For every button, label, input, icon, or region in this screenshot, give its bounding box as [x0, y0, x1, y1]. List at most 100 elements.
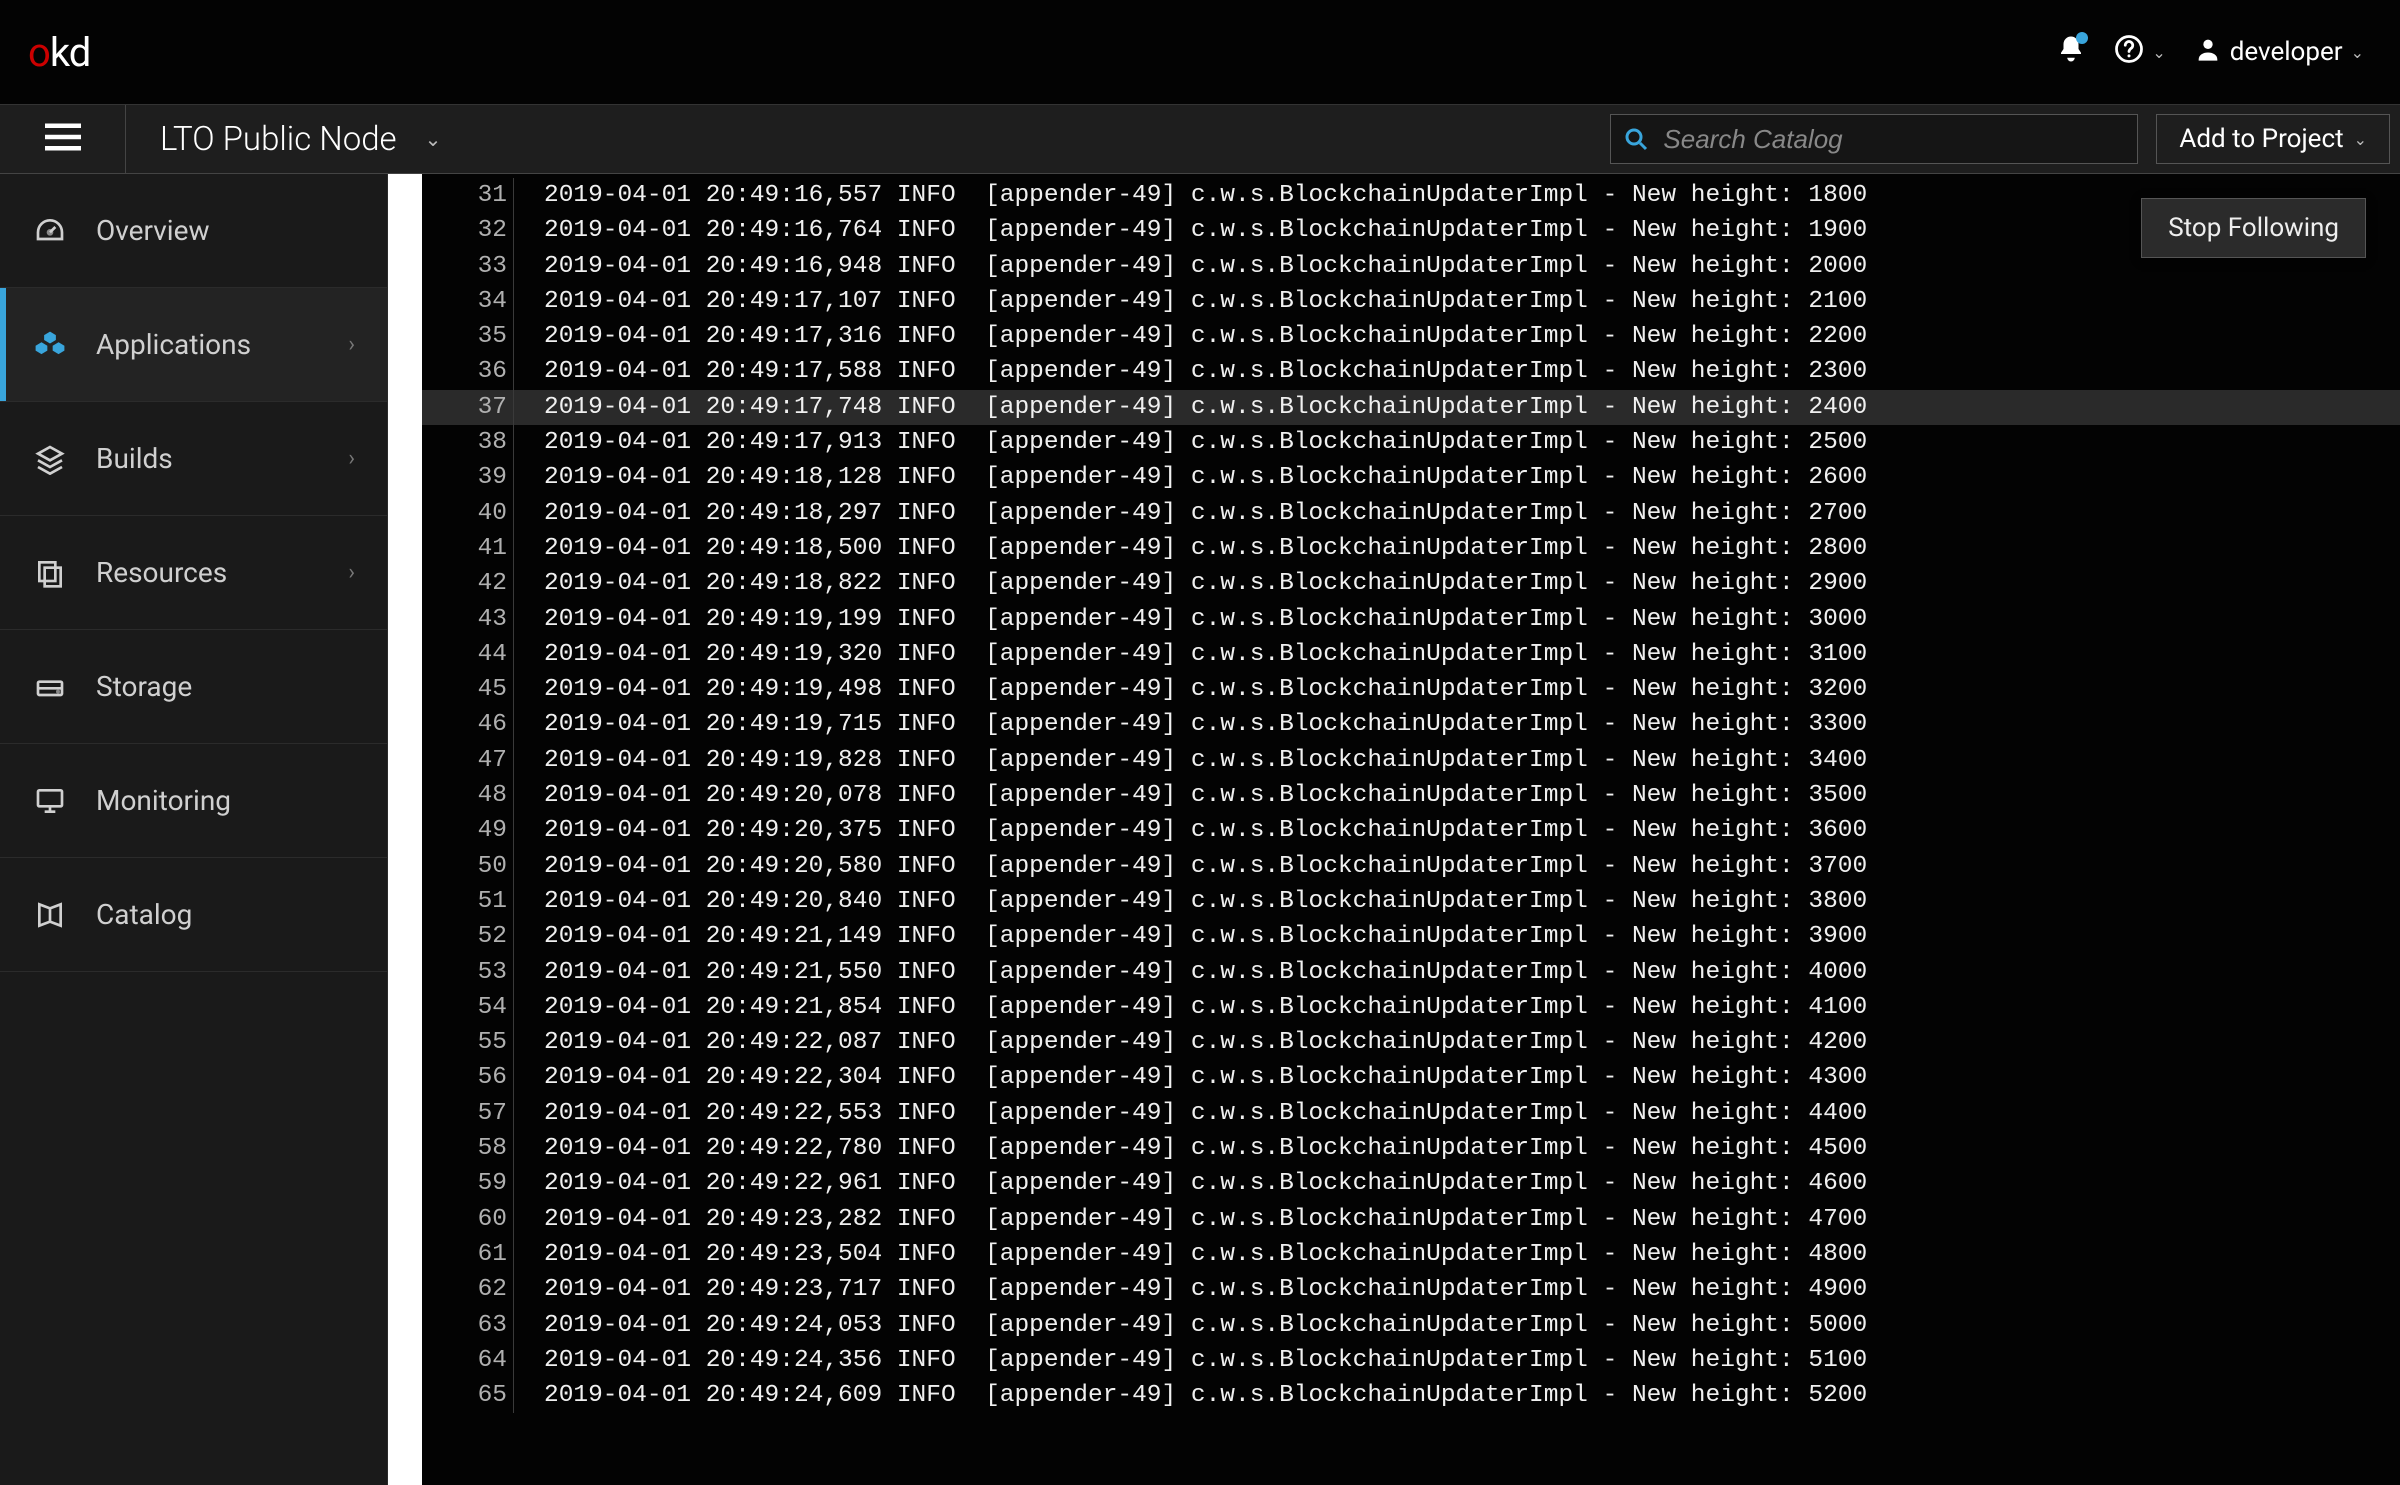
line-number: 31	[422, 178, 514, 213]
log-line[interactable]: 492019-04-01 20:49:20,375 INFO [appender…	[422, 813, 2400, 848]
notification-dot-icon	[2076, 32, 2088, 44]
log-line[interactable]: 532019-04-01 20:49:21,550 INFO [appender…	[422, 955, 2400, 990]
line-number: 53	[422, 955, 514, 990]
sidebar-item-catalog[interactable]: Catalog	[0, 858, 387, 972]
log-line[interactable]: 512019-04-01 20:49:20,840 INFO [appender…	[422, 884, 2400, 919]
user-icon	[2194, 35, 2222, 70]
search-input[interactable]	[1610, 114, 2138, 164]
line-text: 2019-04-01 20:49:16,764 INFO [appender-4…	[514, 213, 1867, 248]
chevron-down-icon: ⌄	[2152, 43, 2165, 62]
line-number: 42	[422, 566, 514, 601]
log-line[interactable]: 622019-04-01 20:49:23,717 INFO [appender…	[422, 1272, 2400, 1307]
user-menu[interactable]: developer ⌄	[2194, 35, 2364, 70]
log-line[interactable]: 572019-04-01 20:49:22,553 INFO [appender…	[422, 1096, 2400, 1131]
line-number: 35	[422, 319, 514, 354]
log-line[interactable]: 582019-04-01 20:49:22,780 INFO [appender…	[422, 1131, 2400, 1166]
log-line[interactable]: 432019-04-01 20:49:19,199 INFO [appender…	[422, 602, 2400, 637]
line-text: 2019-04-01 20:49:22,304 INFO [appender-4…	[514, 1060, 1867, 1095]
log-line[interactable]: 312019-04-01 20:49:16,557 INFO [appender…	[422, 178, 2400, 213]
stop-following-label: Stop Following	[2168, 213, 2339, 243]
log-line[interactable]: 542019-04-01 20:49:21,854 INFO [appender…	[422, 990, 2400, 1025]
log-line[interactable]: 442019-04-01 20:49:19,320 INFO [appender…	[422, 637, 2400, 672]
logo[interactable]: okd	[28, 29, 90, 76]
line-number: 43	[422, 602, 514, 637]
log-line[interactable]: 472019-04-01 20:49:19,828 INFO [appender…	[422, 743, 2400, 778]
stop-following-button[interactable]: Stop Following	[2141, 198, 2366, 258]
sidebar-item-monitoring[interactable]: Monitoring	[0, 744, 387, 858]
log-line[interactable]: 602019-04-01 20:49:23,282 INFO [appender…	[422, 1202, 2400, 1237]
sidebar-item-builds[interactable]: Builds›	[0, 402, 387, 516]
line-text: 2019-04-01 20:49:19,498 INFO [appender-4…	[514, 672, 1867, 707]
line-text: 2019-04-01 20:49:22,961 INFO [appender-4…	[514, 1166, 1867, 1201]
line-number: 63	[422, 1308, 514, 1343]
sidebar-item-overview[interactable]: Overview	[0, 174, 387, 288]
log-line[interactable]: 412019-04-01 20:49:18,500 INFO [appender…	[422, 531, 2400, 566]
sidebar-item-resources[interactable]: Resources›	[0, 516, 387, 630]
line-number: 49	[422, 813, 514, 848]
log-line[interactable]: 352019-04-01 20:49:17,316 INFO [appender…	[422, 319, 2400, 354]
sidebar-item-label: Builds	[96, 442, 173, 475]
line-number: 32	[422, 213, 514, 248]
sidebar-item-applications[interactable]: Applications›	[0, 288, 387, 402]
line-number: 47	[422, 743, 514, 778]
log-line[interactable]: 552019-04-01 20:49:22,087 INFO [appender…	[422, 1025, 2400, 1060]
chevron-right-icon: ›	[348, 560, 355, 585]
line-text: 2019-04-01 20:49:23,504 INFO [appender-4…	[514, 1237, 1867, 1272]
line-number: 46	[422, 707, 514, 742]
add-to-project-button[interactable]: Add to Project ⌄	[2156, 114, 2390, 164]
line-number: 56	[422, 1060, 514, 1095]
help-button[interactable]: ⌄	[2114, 34, 2165, 71]
line-number: 50	[422, 849, 514, 884]
line-number: 45	[422, 672, 514, 707]
log-line[interactable]: 612019-04-01 20:49:23,504 INFO [appender…	[422, 1237, 2400, 1272]
log-line[interactable]: 502019-04-01 20:49:20,580 INFO [appender…	[422, 849, 2400, 884]
log-line[interactable]: 652019-04-01 20:49:24,609 INFO [appender…	[422, 1378, 2400, 1413]
log-line[interactable]: 642019-04-01 20:49:24,356 INFO [appender…	[422, 1343, 2400, 1378]
line-number: 54	[422, 990, 514, 1025]
log-line[interactable]: 562019-04-01 20:49:22,304 INFO [appender…	[422, 1060, 2400, 1095]
line-text: 2019-04-01 20:49:24,356 INFO [appender-4…	[514, 1343, 1867, 1378]
line-number: 57	[422, 1096, 514, 1131]
line-text: 2019-04-01 20:49:17,748 INFO [appender-4…	[514, 390, 1867, 425]
log-line[interactable]: 372019-04-01 20:49:17,748 INFO [appender…	[422, 390, 2400, 425]
log-line[interactable]: 392019-04-01 20:49:18,128 INFO [appender…	[422, 460, 2400, 495]
sidebar: OverviewApplications›Builds›Resources›St…	[0, 174, 388, 1485]
log-line[interactable]: 452019-04-01 20:49:19,498 INFO [appender…	[422, 672, 2400, 707]
line-number: 44	[422, 637, 514, 672]
log-line[interactable]: 522019-04-01 20:49:21,149 INFO [appender…	[422, 919, 2400, 954]
project-bar: LTO Public Node ⌄ Add to Project ⌄	[0, 104, 2400, 174]
log-line[interactable]: 332019-04-01 20:49:16,948 INFO [appender…	[422, 249, 2400, 284]
log-line[interactable]: 592019-04-01 20:49:22,961 INFO [appender…	[422, 1166, 2400, 1201]
line-number: 58	[422, 1131, 514, 1166]
line-number: 33	[422, 249, 514, 284]
line-number: 62	[422, 1272, 514, 1307]
log-line[interactable]: 632019-04-01 20:49:24,053 INFO [appender…	[422, 1308, 2400, 1343]
hdd-icon	[32, 671, 68, 703]
sidebar-item-label: Applications	[96, 328, 251, 361]
sidebar-item-storage[interactable]: Storage	[0, 630, 387, 744]
log-line[interactable]: 342019-04-01 20:49:17,107 INFO [appender…	[422, 284, 2400, 319]
log-line[interactable]: 362019-04-01 20:49:17,588 INFO [appender…	[422, 354, 2400, 389]
line-number: 40	[422, 496, 514, 531]
notifications-button[interactable]	[2056, 34, 2086, 71]
line-text: 2019-04-01 20:49:24,609 INFO [appender-4…	[514, 1378, 1867, 1413]
layers-icon	[32, 443, 68, 475]
line-number: 52	[422, 919, 514, 954]
line-text: 2019-04-01 20:49:19,715 INFO [appender-4…	[514, 707, 1867, 742]
log-line[interactable]: 322019-04-01 20:49:16,764 INFO [appender…	[422, 213, 2400, 248]
log-line[interactable]: 402019-04-01 20:49:18,297 INFO [appender…	[422, 496, 2400, 531]
log-line[interactable]: 482019-04-01 20:49:20,078 INFO [appender…	[422, 778, 2400, 813]
line-text: 2019-04-01 20:49:22,553 INFO [appender-4…	[514, 1096, 1867, 1131]
line-text: 2019-04-01 20:49:17,316 INFO [appender-4…	[514, 319, 1867, 354]
line-number: 59	[422, 1166, 514, 1201]
log-scroll[interactable]: 312019-04-01 20:49:16,557 INFO [appender…	[422, 174, 2400, 1485]
log-line[interactable]: 382019-04-01 20:49:17,913 INFO [appender…	[422, 425, 2400, 460]
project-selector[interactable]: LTO Public Node ⌄	[126, 120, 475, 159]
log-line[interactable]: 462019-04-01 20:49:19,715 INFO [appender…	[422, 707, 2400, 742]
log-line[interactable]: 422019-04-01 20:49:18,822 INFO [appender…	[422, 566, 2400, 601]
line-number: 65	[422, 1378, 514, 1413]
line-text: 2019-04-01 20:49:17,913 INFO [appender-4…	[514, 425, 1867, 460]
line-text: 2019-04-01 20:49:21,149 INFO [appender-4…	[514, 919, 1867, 954]
sidebar-toggle[interactable]	[0, 105, 126, 173]
line-text: 2019-04-01 20:49:22,780 INFO [appender-4…	[514, 1131, 1867, 1166]
